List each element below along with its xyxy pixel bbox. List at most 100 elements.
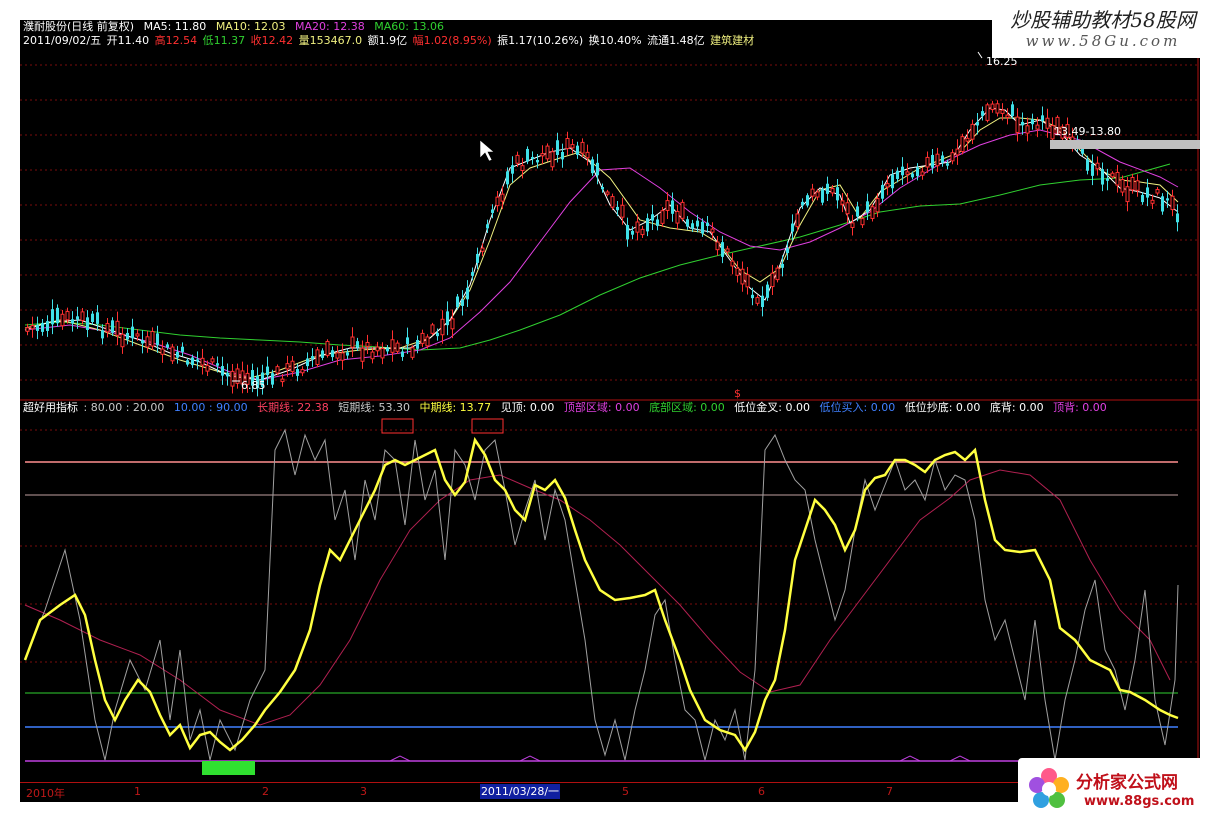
candle-body (960, 136, 965, 152)
candle-body (210, 358, 215, 363)
candle-body (905, 171, 910, 175)
candle-body (866, 201, 869, 213)
top-zone-value: 顶部区域: 0.00 (563, 401, 640, 414)
candle-body (935, 153, 940, 167)
candle-body (380, 348, 385, 359)
candle-body (440, 318, 445, 336)
candle-body (911, 173, 914, 178)
candle-body (346, 352, 349, 356)
candle-body (360, 347, 365, 362)
candle-body (766, 284, 769, 298)
candle-body (101, 330, 104, 339)
candle-body (80, 311, 85, 321)
candle-body (770, 272, 775, 288)
candle-body (920, 171, 925, 176)
candle-body (761, 295, 764, 308)
candle-body (950, 152, 955, 162)
candle-body (651, 214, 654, 221)
candle-body (686, 219, 689, 227)
candle-body (1125, 186, 1130, 203)
candle-body (931, 154, 934, 168)
candle-body (580, 141, 585, 154)
candle-body (375, 346, 380, 352)
candle-body (370, 351, 375, 360)
chart-window[interactable]: 濮耐股份(日线 前复权) MA5: 11.80 MA10: 12.03 MA20… (20, 20, 1200, 802)
candle-body (410, 347, 415, 358)
candle-body (781, 263, 784, 268)
candle-body (1011, 104, 1014, 117)
low-cross-value: 低位金叉: 0.00 (734, 401, 810, 414)
watermark-88gs: 分析家公式网 www.88gs.com (1018, 758, 1216, 820)
candle-body (56, 307, 59, 324)
candle-body (1115, 171, 1120, 186)
candle-body (500, 193, 505, 202)
candle-body (30, 325, 35, 330)
ma5-line (24, 107, 1179, 381)
candle-body (420, 332, 425, 344)
indicator-header: 超好用指标 : 80.00 : 20.00 10.00 : 90.00 长期线:… (23, 401, 1113, 415)
candle-body (970, 123, 975, 140)
candle-body (511, 165, 514, 174)
candle-body (280, 378, 285, 383)
candle-body (1176, 213, 1179, 223)
candle-body (450, 318, 455, 330)
price-grid (20, 64, 1200, 381)
candle-body (810, 188, 815, 197)
candle-body (205, 364, 210, 372)
candle-body (446, 311, 449, 326)
candle-body (786, 248, 789, 254)
candle-body (290, 360, 295, 373)
candle-body (86, 317, 89, 330)
candle-body (36, 324, 39, 331)
candle-body (646, 218, 649, 232)
candle-body (1015, 116, 1020, 133)
candlestick-series (25, 100, 1179, 397)
candle-body (656, 219, 659, 226)
candle-body (150, 330, 155, 347)
candle-body (725, 248, 730, 253)
candle-body (365, 341, 370, 347)
candle-body (806, 195, 809, 206)
candle-body (166, 344, 169, 348)
candle-body (91, 313, 94, 322)
candle-body (531, 156, 534, 159)
bottom-signal-bar (202, 761, 255, 775)
candle-body (145, 336, 150, 348)
candle-body (730, 260, 735, 267)
candle-body (981, 111, 984, 116)
candle-body (1095, 162, 1100, 170)
watermark-58gu-title: 炒股辅助教材58股网 (1010, 8, 1196, 32)
indicator-grid (20, 429, 1200, 663)
candle-body (406, 337, 409, 345)
candle-body (340, 352, 345, 361)
candle-body (1005, 114, 1010, 118)
candle-body (1161, 196, 1164, 212)
top-signal-box-2 (471, 418, 504, 434)
candle-body (701, 221, 704, 234)
candle-body (266, 366, 269, 376)
date-label-m7: 7 (886, 785, 893, 798)
top-div-value: 顶背: 0.00 (1053, 401, 1107, 414)
date-label-m3: 3 (360, 785, 367, 798)
candle-body (545, 145, 550, 160)
top-see-value: 见顶: 0.00 (500, 401, 555, 414)
candle-body (176, 351, 179, 358)
candle-body (526, 148, 529, 162)
candle-body (386, 348, 389, 352)
candle-body (775, 267, 780, 281)
mouse-cursor-icon (479, 139, 495, 162)
candle-body (46, 321, 49, 331)
candle-body (596, 162, 599, 176)
candle-body (436, 332, 439, 337)
candle-body (795, 213, 800, 228)
candle-body (41, 322, 44, 332)
candle-body (941, 155, 944, 163)
candle-body (976, 122, 979, 126)
candle-body (1025, 125, 1030, 134)
candle-body (356, 341, 359, 348)
candle-body (1041, 115, 1044, 121)
candle-body (755, 297, 760, 304)
candle-body (745, 274, 750, 288)
indicator-params2: 10.00 : 90.00 (173, 401, 248, 414)
candle-body (506, 171, 509, 185)
